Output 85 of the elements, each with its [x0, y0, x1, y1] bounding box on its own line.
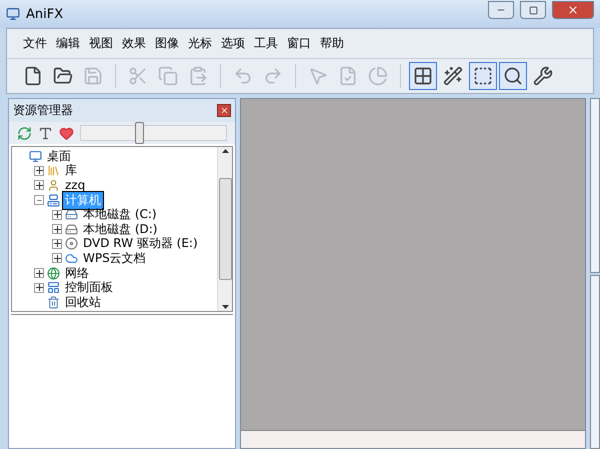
expand-toggle[interactable]: [52, 238, 62, 249]
network-icon: [47, 266, 60, 280]
panel-icon: [47, 281, 60, 294]
close-button[interactable]: [552, 1, 594, 19]
copy-icon: [158, 66, 178, 86]
plus-icon: [36, 270, 42, 277]
scroll-down-icon[interactable]: [222, 305, 228, 309]
pointer-icon: [308, 66, 328, 86]
menu-item[interactable]: 图像: [151, 33, 183, 54]
zoom-icon: [503, 66, 523, 86]
refresh-icon[interactable]: [17, 126, 32, 140]
expand-toggle[interactable]: [34, 180, 44, 190]
tree-item[interactable]: zzq: [63, 178, 88, 192]
tree-item[interactable]: 本地磁盘 (D:): [81, 220, 160, 238]
slider-track[interactable]: [80, 125, 227, 141]
plus-icon: [54, 226, 60, 233]
scroll-up-icon[interactable]: [222, 149, 228, 153]
close-icon: [567, 4, 579, 16]
computer-icon: [47, 194, 60, 207]
desktop-icon: [29, 150, 42, 163]
check-icon: [338, 66, 358, 86]
cloud-icon: [65, 252, 78, 265]
menu-item[interactable]: 文件: [19, 33, 51, 54]
expand-toggle[interactable]: [52, 224, 62, 234]
grid-button[interactable]: [409, 62, 437, 90]
tree-item[interactable]: 本地磁盘 (C:): [81, 206, 159, 224]
tree-item[interactable]: WPS云文档: [81, 250, 148, 267]
scrollbar[interactable]: [217, 147, 232, 311]
tree-item[interactable]: 网络: [63, 264, 91, 282]
tools-icon: [533, 66, 553, 86]
plus-icon: [54, 254, 60, 262]
user-icon: [47, 178, 60, 192]
tree-item[interactable]: 控制面板: [63, 279, 115, 296]
expand-toggle[interactable]: [52, 253, 62, 264]
expand-toggle[interactable]: [34, 268, 44, 278]
plus-icon: [54, 211, 60, 218]
drive-icon: [65, 208, 78, 222]
slider-thumb[interactable]: [135, 122, 144, 144]
tree-item[interactable]: DVD RW 驱动器 (E:): [81, 235, 200, 252]
heart-icon[interactable]: [59, 126, 74, 140]
circle-icon: [368, 66, 388, 86]
menu-item[interactable]: 工具: [250, 33, 282, 54]
plus-icon: [54, 240, 60, 248]
maximize-button[interactable]: [520, 1, 546, 19]
expand-toggle[interactable]: [52, 210, 62, 220]
window-title: AniFX: [26, 6, 64, 22]
grid-icon: [413, 66, 433, 86]
plus-icon: [36, 167, 42, 174]
cut-icon: [128, 66, 148, 86]
tree-item[interactable]: 库: [63, 162, 79, 180]
menu-item[interactable]: 选项: [217, 33, 249, 54]
collapse-toggle[interactable]: [34, 195, 44, 206]
menu-item[interactable]: 视图: [85, 33, 117, 54]
drive-icon: [65, 222, 78, 236]
menu-item[interactable]: 光标: [184, 33, 216, 54]
undo-icon: [233, 66, 253, 86]
trash-icon: [47, 296, 60, 309]
redo-icon: [263, 66, 283, 86]
panel-title: 资源管理器: [13, 102, 73, 119]
zoom-button[interactable]: [499, 62, 527, 90]
expand-toggle[interactable]: [34, 282, 44, 293]
wand-icon: [443, 66, 463, 86]
app-icon: [6, 7, 20, 21]
paste-icon: [188, 66, 208, 86]
menu-item[interactable]: 窗口: [283, 33, 315, 54]
plus-icon: [36, 284, 42, 292]
save-icon: [83, 66, 103, 86]
select-icon: [473, 66, 493, 86]
expand-toggle[interactable]: [34, 166, 44, 176]
close-icon: [220, 106, 228, 115]
open-icon: [53, 66, 73, 86]
plus-icon: [36, 182, 42, 189]
tree-item[interactable]: 桌面: [45, 148, 73, 165]
select-button[interactable]: [469, 62, 497, 90]
close-button[interactable]: [217, 104, 231, 117]
text-icon[interactable]: [38, 126, 53, 140]
dvd-icon: [65, 237, 78, 250]
menu-item[interactable]: 编辑: [52, 33, 84, 54]
minimize-button[interactable]: [488, 1, 514, 19]
maximize-icon: [528, 6, 538, 14]
new-icon: [23, 66, 43, 86]
menu-item[interactable]: 帮助: [316, 33, 348, 54]
library-icon: [47, 164, 60, 178]
tree-item[interactable]: 回收站: [63, 294, 103, 311]
menu-item[interactable]: 效果: [118, 33, 150, 54]
